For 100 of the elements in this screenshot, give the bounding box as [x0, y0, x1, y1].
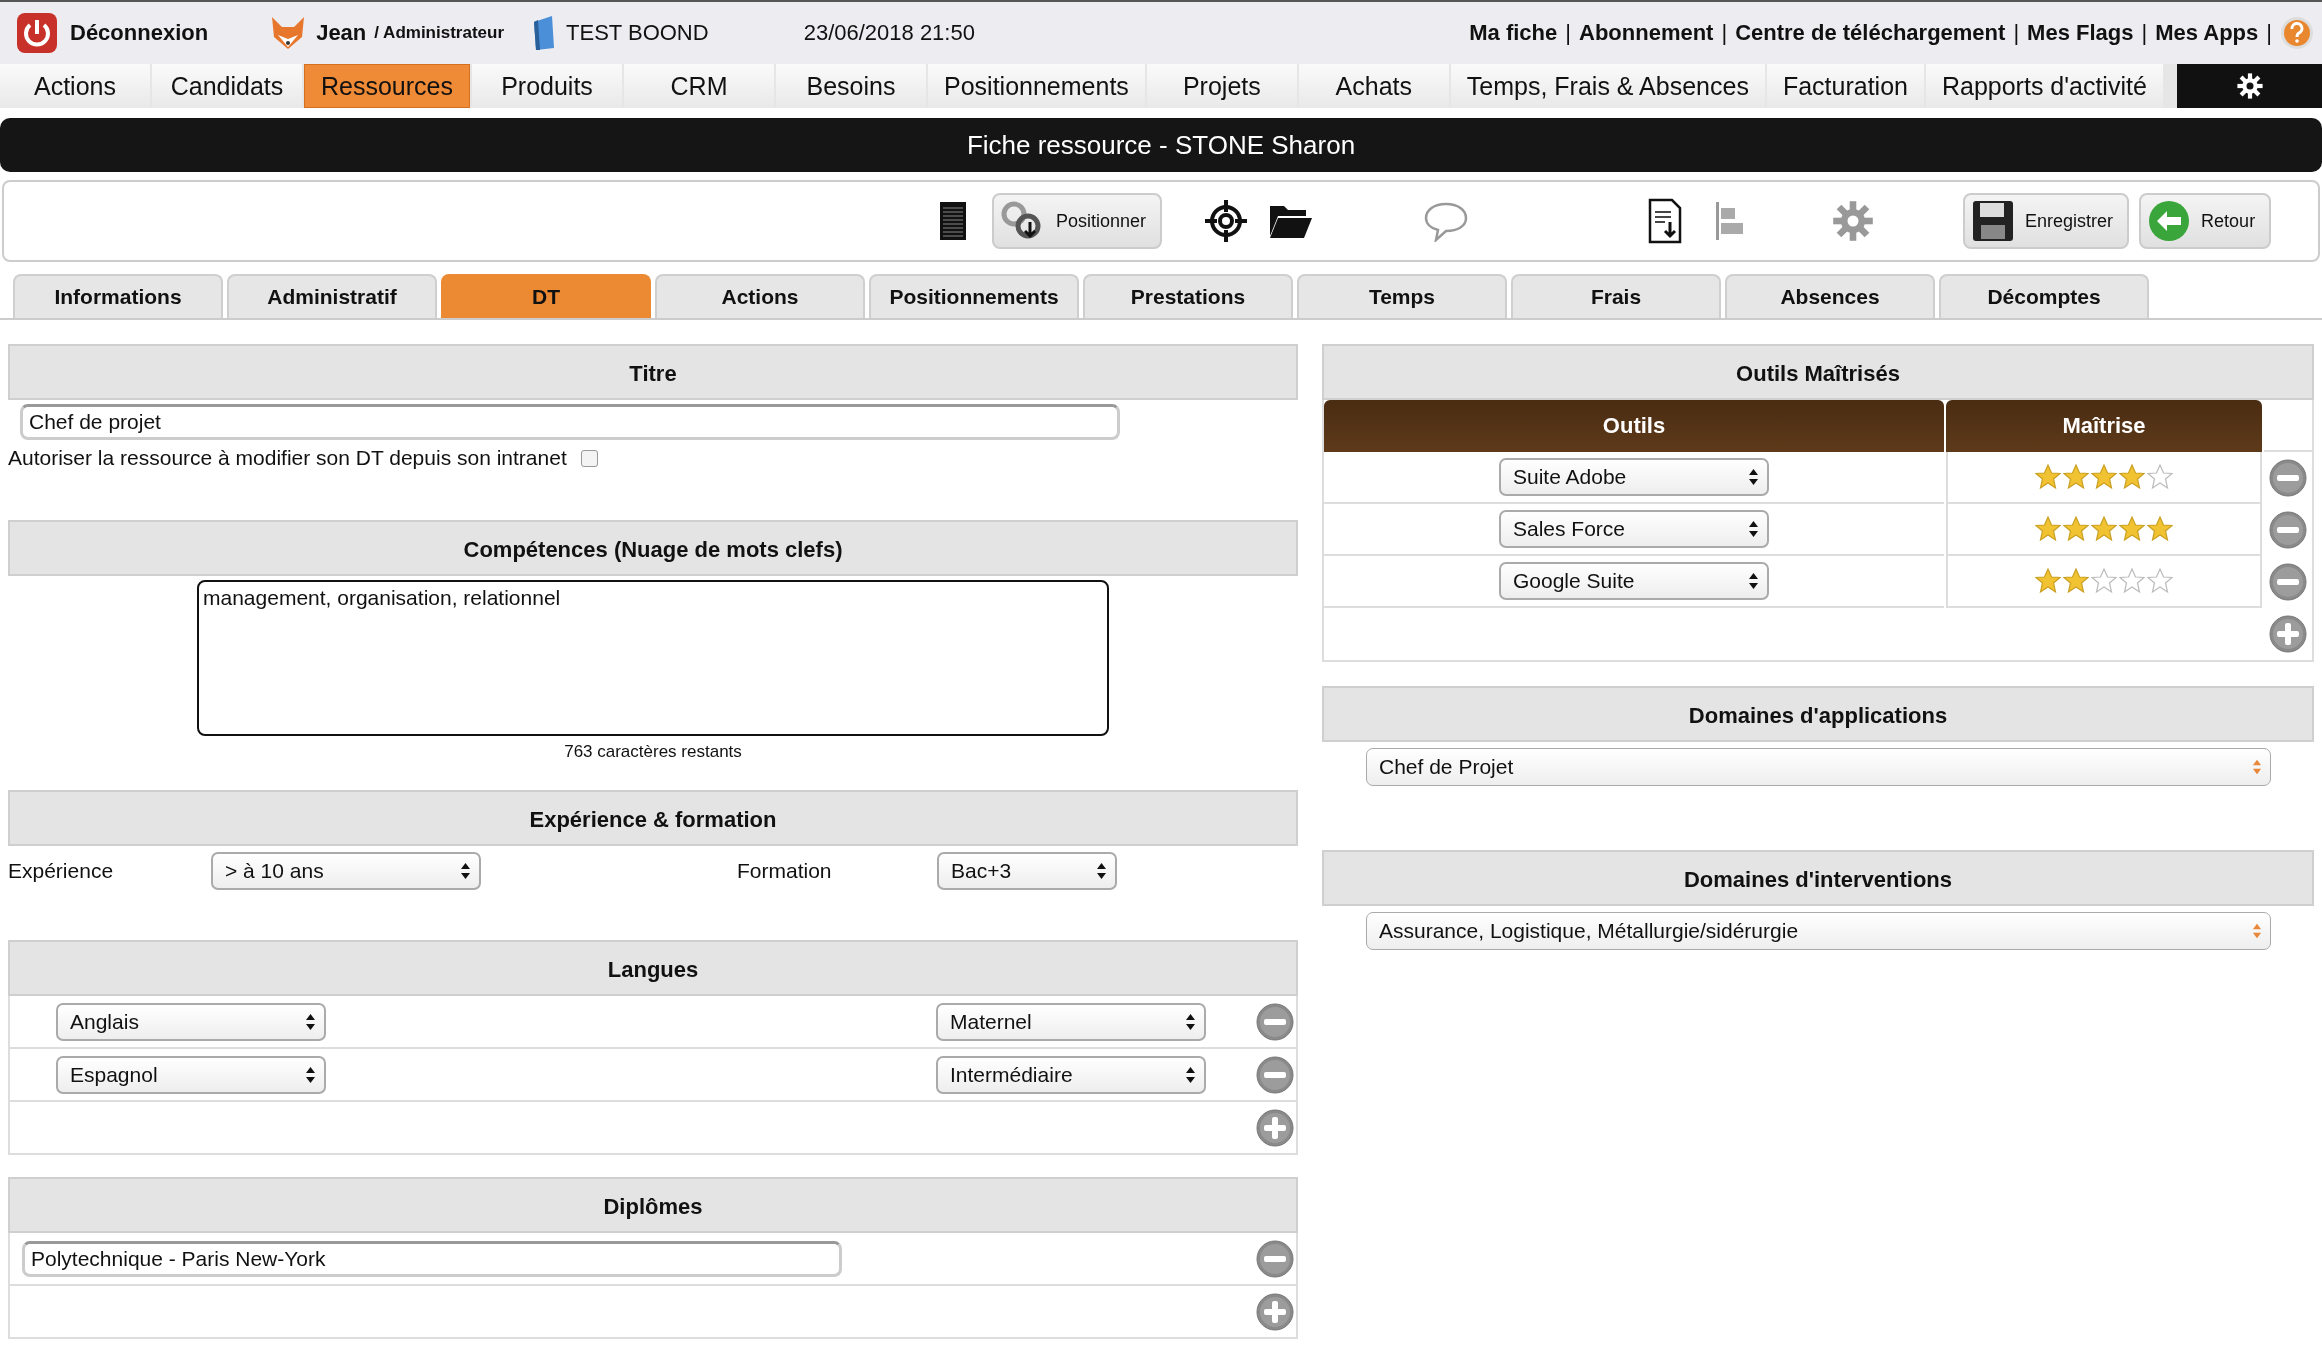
caret-icon	[460, 861, 471, 881]
star-icon[interactable]	[2063, 516, 2089, 542]
star-icon[interactable]	[2091, 464, 2117, 490]
separator: |	[2141, 20, 2148, 46]
tab[interactable]: Frais	[1511, 274, 1721, 318]
section-header: Outils Maîtrisés	[1322, 344, 2314, 400]
empty-star-icon[interactable]	[2091, 568, 2117, 594]
empty-star-icon[interactable]	[2147, 568, 2173, 594]
dropdown[interactable]: > à 10 ans	[211, 852, 481, 890]
menu-tab[interactable]: CRM	[624, 64, 774, 108]
checkbox-label: Autoriser la ressource à modifier son DT depuis son intranet	[8, 446, 567, 470]
dropdown[interactable]: Suite Adobe	[1499, 458, 1769, 496]
header-link[interactable]: Mes Apps	[2155, 20, 2259, 46]
header-link[interactable]: Abonnement	[1579, 20, 1714, 46]
star-icon[interactable]	[2035, 464, 2061, 490]
caret-icon	[2252, 757, 2262, 777]
settings-icon[interactable]	[2235, 72, 2264, 100]
star-icon[interactable]	[2063, 568, 2089, 594]
user-role: / Administrateur	[374, 23, 505, 43]
help-icon[interactable]	[2280, 16, 2314, 50]
remove-button[interactable]	[2269, 563, 2307, 601]
speech-bubble-icon[interactable]	[1424, 200, 1469, 242]
power-icon	[16, 12, 58, 54]
dropdown[interactable]: Intermédiaire	[936, 1055, 1206, 1094]
tab[interactable]: Informations	[13, 274, 223, 318]
star-rating[interactable]	[2035, 568, 2173, 594]
menu-tab[interactable]: Positionnements	[928, 64, 1145, 108]
dropdown[interactable]: Bac+3	[937, 852, 1117, 890]
menu-tab[interactable]: Produits	[472, 64, 622, 108]
section-header: Expérience & formation	[8, 790, 1298, 846]
star-rating[interactable]	[2035, 516, 2173, 542]
document-download-icon[interactable]	[1648, 198, 1683, 244]
tab[interactable]: DT	[441, 274, 651, 318]
dropdown[interactable]: Anglais	[56, 1002, 326, 1041]
notepad-icon[interactable]	[938, 200, 968, 242]
tab[interactable]: Temps	[1297, 274, 1507, 318]
field-label: Formation	[737, 859, 833, 883]
tab[interactable]: Positionnements	[869, 274, 1079, 318]
menu-tab[interactable]: Projets	[1146, 64, 1297, 108]
star-icon[interactable]	[2035, 516, 2061, 542]
caret-icon	[1748, 467, 1759, 487]
star-icon[interactable]	[2091, 516, 2117, 542]
dropdown[interactable]: Espagnol	[56, 1055, 326, 1094]
menu-tab[interactable]: Besoins	[776, 64, 926, 108]
menu-tab[interactable]: Actions	[0, 64, 150, 108]
dropdown[interactable]: Sales Force	[1499, 510, 1769, 548]
star-icon[interactable]	[2035, 568, 2061, 594]
tab[interactable]: Décomptes	[1939, 274, 2149, 318]
user-name[interactable]: Jean	[316, 20, 367, 46]
add-button[interactable]	[1256, 1292, 1294, 1331]
menu-tab[interactable]: Achats	[1298, 64, 1449, 108]
star-icon[interactable]	[2063, 464, 2089, 490]
section-header: Diplômes	[8, 1177, 1298, 1233]
header-link[interactable]: Mes Flags	[2027, 20, 2134, 46]
add-button[interactable]	[2269, 615, 2307, 653]
empty-star-icon[interactable]	[2119, 568, 2145, 594]
tab[interactable]: Administratif	[227, 274, 437, 318]
target-icon[interactable]	[1204, 199, 1249, 243]
dropdown[interactable]: Chef de Projet	[1366, 748, 2271, 786]
add-button[interactable]	[1256, 1108, 1294, 1147]
menu-tab[interactable]: Temps, Frais & Absences	[1450, 64, 1765, 108]
star-icon[interactable]	[2119, 516, 2145, 542]
character-counter: 763 caractères restants	[563, 742, 743, 762]
menu-tab[interactable]: Ressources	[304, 64, 470, 108]
caret-icon	[1748, 519, 1759, 539]
remove-button[interactable]	[1256, 1055, 1294, 1094]
title-field[interactable]: Chef de projet	[20, 404, 1120, 440]
separator: |	[1721, 20, 1728, 46]
menu-tab[interactable]: Rapports d'activité	[1925, 64, 2163, 108]
remove-button[interactable]	[2269, 459, 2307, 497]
tab[interactable]: Actions	[655, 274, 865, 318]
star-icon[interactable]	[2119, 464, 2145, 490]
logout-button[interactable]: Déconnexion	[16, 12, 209, 54]
menu-tab[interactable]: Facturation	[1766, 64, 1924, 108]
header-link[interactable]: Ma fiche	[1469, 20, 1558, 46]
back-button[interactable]: Retour	[2139, 193, 2272, 249]
save-button[interactable]: Enregistrer	[1963, 193, 2130, 249]
dropdown[interactable]: Assurance, Logistique, Métallurgie/sidérurgie	[1366, 912, 2271, 950]
star-rating[interactable]	[2035, 464, 2173, 490]
empty-star-icon[interactable]	[2147, 464, 2173, 490]
tab[interactable]: Prestations	[1083, 274, 1293, 318]
star-icon[interactable]	[2147, 516, 2173, 542]
checkbox[interactable]	[580, 449, 598, 467]
remove-button[interactable]	[2269, 511, 2307, 549]
caret-icon	[305, 1011, 316, 1032]
dropdown[interactable]: Maternel	[936, 1002, 1206, 1041]
menu-tab[interactable]: Candidats	[152, 64, 302, 108]
skills-textarea[interactable]: management, organisation, relationnel	[197, 580, 1109, 736]
separator: |	[1565, 20, 1571, 46]
settings-button[interactable]	[2177, 64, 2322, 108]
field-label: Expérience	[8, 859, 115, 883]
position-button[interactable]: Positionner	[992, 193, 1163, 249]
diploma-field[interactable]: Polytechnique - Paris New-York	[22, 1240, 842, 1277]
remove-button[interactable]	[1256, 1002, 1294, 1041]
tab[interactable]: Absences	[1725, 274, 1935, 318]
column-header: Maîtrise	[1946, 400, 2262, 452]
remove-button[interactable]	[1256, 1239, 1294, 1278]
caret-icon	[1185, 1011, 1196, 1032]
dropdown[interactable]: Google Suite	[1499, 562, 1769, 600]
header-link[interactable]: Centre de téléchargement	[1735, 20, 2006, 46]
